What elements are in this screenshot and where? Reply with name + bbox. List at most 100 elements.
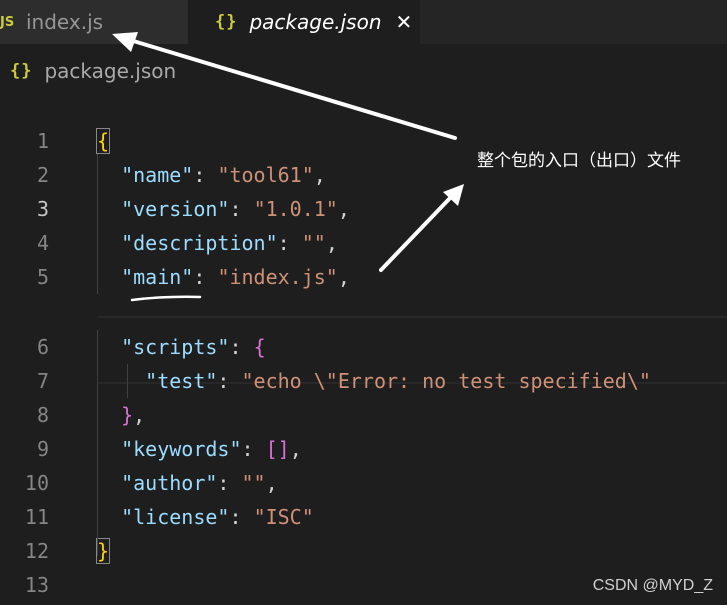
code-token: : <box>193 265 218 289</box>
code-token: "license" <box>121 505 230 529</box>
tab-label: index.js <box>26 10 104 34</box>
code-token: "main" <box>121 265 194 289</box>
indent-guide <box>97 154 98 294</box>
code-text: "description": "", <box>97 226 338 260</box>
tab-label: package.json <box>249 10 382 34</box>
code-token: , <box>265 471 278 495</box>
code-token: : <box>193 163 218 187</box>
watermark: CSDN @MYD_Z <box>592 577 713 594</box>
line-number: 7 <box>36 369 49 393</box>
line-number: 10 <box>24 471 49 495</box>
code-token: : <box>217 471 242 495</box>
line-number: 9 <box>36 437 49 461</box>
annotation-text: 整个包的入口（出口）文件 <box>477 151 681 171</box>
code-line[interactable]: 11 "license": "ISC" <box>0 500 727 534</box>
code-text: } <box>95 534 111 568</box>
tab-index-js[interactable]: JS index.js <box>0 0 188 44</box>
code-token: "author" <box>121 471 218 495</box>
line-number: 4 <box>36 231 49 255</box>
code-token: : <box>229 335 254 359</box>
line-number: 3 <box>36 197 49 221</box>
code-text: "main": "index.js", <box>97 260 350 294</box>
tab-package-json[interactable]: {} package.json ✕ <box>188 0 420 44</box>
code-token: "keywords" <box>121 437 242 461</box>
code-token: "scripts" <box>121 335 230 359</box>
code-text: { <box>95 124 111 158</box>
code-token: "ISC" <box>253 505 314 529</box>
code-text: "version": "1.0.1", <box>97 192 350 226</box>
code-token: "tool61" <box>217 163 314 187</box>
code-token: : <box>241 437 266 461</box>
code-token: { <box>95 128 111 154</box>
line-number: 1 <box>36 129 49 153</box>
code-line[interactable]: 6 "scripts": { <box>0 330 727 364</box>
code-token: "index.js" <box>217 265 338 289</box>
code-line[interactable]: 10 "author": "", <box>0 466 727 500</box>
code-token: "description" <box>121 231 278 255</box>
code-text: }, <box>97 398 145 432</box>
json-file-icon: {} <box>10 61 33 81</box>
code-line[interactable]: 5 "main": "index.js", <box>0 260 727 294</box>
breadcrumb: {} package.json <box>0 46 176 96</box>
code-text: "license": "ISC" <box>97 500 314 534</box>
code-token: , <box>337 197 350 221</box>
code-token: "test" <box>145 369 218 393</box>
code-token: : <box>229 505 254 529</box>
code-token: : <box>277 231 302 255</box>
code-line[interactable]: 4 "description": "", <box>0 226 727 260</box>
code-token: } <box>121 403 134 427</box>
code-token: : <box>217 369 242 393</box>
editor-window: JS index.js {} package.json ✕ {} package… <box>0 0 727 605</box>
indent-guide <box>97 330 98 556</box>
code-token: "name" <box>121 163 194 187</box>
indent-guide <box>127 364 128 398</box>
line-number: 2 <box>36 163 49 187</box>
code-token: "version" <box>121 197 230 221</box>
line-number: 12 <box>24 539 49 563</box>
line-number: 8 <box>36 403 49 427</box>
line-number: 13 <box>24 573 49 597</box>
line-number: 6 <box>36 335 49 359</box>
close-icon[interactable]: ✕ <box>396 10 413 34</box>
code-token: : <box>229 197 254 221</box>
code-text: "author": "", <box>97 466 278 500</box>
code-text: "name": "tool61", <box>97 158 326 192</box>
code-text: "keywords": [], <box>97 432 302 466</box>
tab-bar: JS index.js {} package.json ✕ <box>0 0 727 44</box>
code-line[interactable]: 12} <box>0 534 727 568</box>
code-line[interactable]: 7 "test": "echo \"Error: no test specifi… <box>0 364 727 398</box>
code-token: "" <box>241 471 266 495</box>
code-editor[interactable]: 1{2 "name": "tool61", 3 "version": "1.0.1… <box>0 124 727 605</box>
code-text: "test": "echo \"Error: no test specified… <box>97 364 651 398</box>
code-token: , <box>313 163 326 187</box>
code-token: [] <box>265 437 290 461</box>
code-token: "1.0.1" <box>253 197 338 221</box>
javascript-file-icon: JS <box>0 14 15 30</box>
code-text: "scripts": { <box>97 330 266 364</box>
code-token: "" <box>301 231 326 255</box>
line-number: 5 <box>36 265 49 289</box>
code-token: , <box>337 265 350 289</box>
code-token: "echo \"Error: no test specified\" <box>241 369 651 393</box>
code-token: , <box>325 231 338 255</box>
code-token: , <box>289 437 302 461</box>
breadcrumb-item-package-json[interactable]: package.json <box>44 59 176 83</box>
code-token: { <box>253 335 266 359</box>
code-token: } <box>95 538 111 564</box>
code-line[interactable]: 3 "version": "1.0.1", <box>0 192 727 226</box>
line-number: 11 <box>24 505 49 529</box>
code-line[interactable]: 8 }, <box>0 398 727 432</box>
code-token: , <box>133 403 146 427</box>
json-file-icon: {} <box>215 12 238 32</box>
code-line[interactable]: 9 "keywords": [], <box>0 432 727 466</box>
